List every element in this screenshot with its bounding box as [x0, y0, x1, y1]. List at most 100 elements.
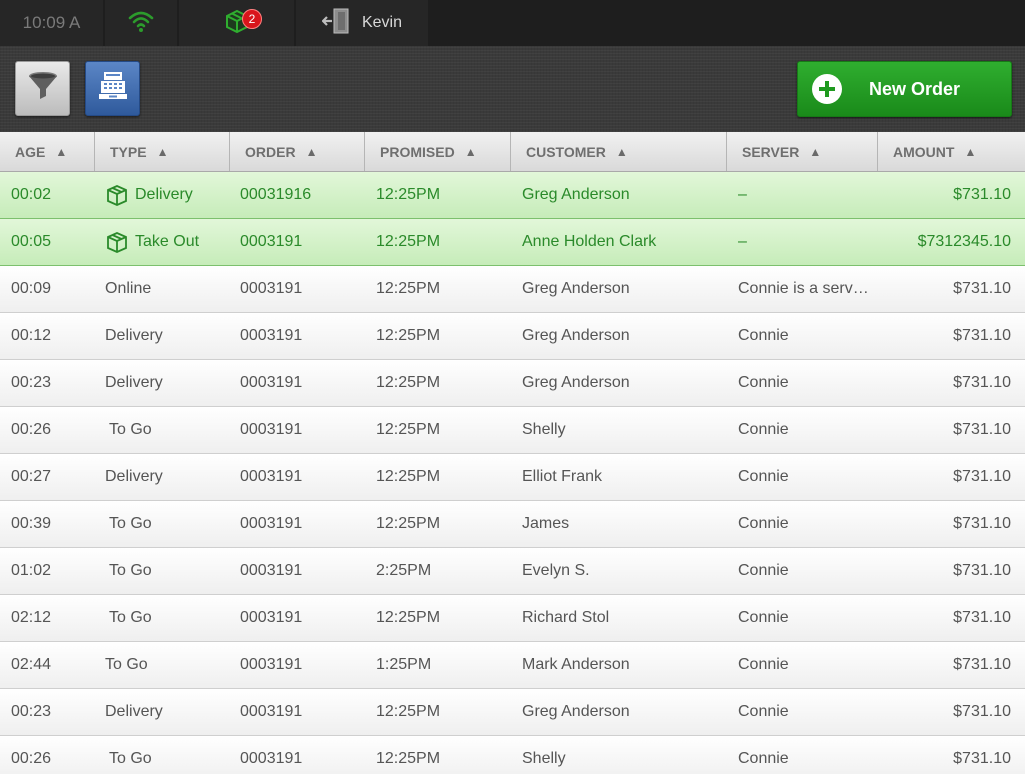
cell-server: –	[738, 172, 868, 218]
sort-arrow-icon: ▲	[809, 144, 822, 159]
cell-customer-text: Elliot Frank	[522, 468, 603, 485]
cell-age: 00:05	[11, 219, 91, 265]
cell-order: 0003191	[240, 313, 360, 359]
clock: 10:09 A	[0, 0, 103, 46]
cell-amount-text: $731.10	[953, 186, 1011, 203]
column-header-server[interactable]: SERVER ▲	[727, 132, 878, 171]
clock-time: 10:09 A	[22, 13, 81, 32]
column-header-type[interactable]: TYPE ▲	[95, 132, 230, 171]
cell-server: Connie	[738, 501, 868, 547]
cell-order-text: 0003191	[240, 703, 303, 720]
cell-order-text: 0003191	[240, 468, 303, 485]
column-header-promised[interactable]: PROMISED ▲	[365, 132, 511, 171]
cell-promised: 12:25PM	[376, 360, 506, 406]
column-label: PROMISED	[380, 143, 455, 160]
cell-customer: Greg Anderson	[522, 689, 722, 735]
cell-type: Delivery	[105, 313, 225, 359]
pending-orders-button[interactable]: 2	[179, 0, 294, 46]
table-row[interactable]: 00:39 To Go 0003191 12:25PM James Connie $731.…	[0, 501, 1025, 548]
cell-amount-text: $731.10	[953, 562, 1011, 579]
cell-customer-text: Anne Holden Clark	[522, 233, 657, 250]
cell-promised: 12:25PM	[376, 172, 506, 218]
cell-amount-text: $731.10	[953, 374, 1011, 391]
cell-type: Delivery	[105, 454, 225, 500]
user-logout-button[interactable]: Kevin	[296, 0, 428, 46]
logout-door-icon	[321, 8, 350, 39]
cell-amount: $731.10	[880, 501, 1011, 547]
cell-amount-text: $731.10	[953, 609, 1011, 626]
cell-amount-text: $731.10	[953, 468, 1011, 485]
column-header-amount[interactable]: AMOUNT ▲	[878, 132, 1025, 171]
wifi-status[interactable]	[105, 0, 177, 46]
cell-type-text: Delivery	[105, 327, 163, 344]
cell-age-text: 01:02	[11, 562, 52, 579]
cell-age-text: 00:02	[11, 186, 52, 203]
cell-age-text: 00:27	[11, 468, 52, 485]
cell-amount-text: $7312345.10	[917, 233, 1011, 250]
column-header-customer[interactable]: CUSTOMER ▲	[511, 132, 727, 171]
table-row[interactable]: 00:23 Delivery 0003191 12:25PM Greg Anderson…	[0, 689, 1025, 736]
cell-server-text: Connie	[738, 421, 789, 438]
sort-arrow-icon: ▲	[615, 144, 628, 159]
cell-server-text: Connie	[738, 656, 789, 673]
cell-server-text: Connie	[738, 703, 789, 720]
table-row[interactable]: 00:26 To Go 0003191 12:25PM Shelly Connie $731…	[0, 407, 1025, 454]
cell-customer: Anne Holden Clark	[522, 219, 722, 265]
table-row[interactable]: 00:09 Online 0003191 12:25PM Greg Anderson Co…	[0, 266, 1025, 313]
cell-age: 00:27	[11, 454, 91, 500]
cell-customer: James	[522, 501, 722, 547]
cell-amount: $731.10	[880, 689, 1011, 735]
column-header-order[interactable]: ORDER ▲	[230, 132, 365, 171]
filter-button[interactable]	[15, 61, 70, 116]
table-row[interactable]: 00:02 Delivery 00031916 12:25PM Greg Anderso…	[0, 172, 1025, 219]
cell-promised-text: 12:25PM	[376, 609, 441, 626]
cell-age-text: 00:05	[11, 233, 52, 250]
new-order-button[interactable]: New Order	[797, 61, 1012, 117]
cell-promised-text: 12:25PM	[376, 421, 441, 438]
cell-promised-text: 12:25PM	[376, 233, 441, 250]
cash-register-button[interactable]	[85, 61, 140, 116]
table-row[interactable]: 01:02 To Go 0003191 2:25PM Evelyn S. Connie $7…	[0, 548, 1025, 595]
cell-customer-text: Greg Anderson	[522, 186, 630, 203]
table-row[interactable]: 00:26 To Go 0003191 12:25PM Shelly Connie $731…	[0, 736, 1025, 774]
cell-amount-text: $731.10	[953, 703, 1011, 720]
cell-order: 0003191	[240, 736, 360, 774]
cell-age: 00:23	[11, 689, 91, 735]
cell-customer-text: Greg Anderson	[522, 280, 630, 297]
cell-server: Connie	[738, 454, 868, 500]
cell-promised: 12:25PM	[376, 407, 506, 453]
sort-arrow-icon: ▲	[55, 144, 68, 159]
table-row[interactable]: 00:05 Take Out 0003191 12:25PM Anne Holden C…	[0, 219, 1025, 266]
cell-type-text: To Go	[109, 609, 152, 626]
cell-promised-text: 1:25PM	[376, 656, 432, 673]
cell-type: Delivery	[105, 689, 225, 735]
cell-age-text: 00:23	[11, 703, 52, 720]
cell-promised-text: 12:25PM	[376, 515, 441, 532]
column-header-age[interactable]: AGE ▲	[0, 132, 95, 171]
cell-server: Connie is a serv…	[738, 266, 869, 312]
cell-order: 0003191	[240, 360, 360, 406]
table-row[interactable]: 02:12 To Go 0003191 12:25PM Richard Stol Conn…	[0, 595, 1025, 642]
table-row[interactable]: 02:44 To Go 0003191 1:25PM Mark Anderson Conn…	[0, 642, 1025, 689]
cell-age-text: 00:12	[11, 327, 52, 344]
cell-server-text: Connie	[738, 374, 789, 391]
cell-order: 0003191	[240, 407, 360, 453]
status-bar: 10:09 A 2 Kevin	[0, 0, 1025, 46]
cell-amount: $731.10	[880, 360, 1011, 406]
orders-table-header: AGE ▲ TYPE ▲ ORDER ▲ PROMISED ▲ CUSTOMER…	[0, 132, 1025, 172]
cell-customer-text: Greg Anderson	[522, 327, 630, 344]
column-label: SERVER	[742, 143, 800, 160]
cell-server-text: Connie is a serv…	[738, 280, 869, 297]
cell-customer: Evelyn S.	[522, 548, 722, 594]
table-row[interactable]: 00:23 Delivery 0003191 12:25PM Greg Anderson…	[0, 360, 1025, 407]
table-row[interactable]: 00:12 Delivery 0003191 12:25PM Greg Anderson…	[0, 313, 1025, 360]
cell-type: To Go	[105, 642, 225, 688]
cell-promised: 12:25PM	[376, 736, 506, 774]
cell-customer: Greg Anderson	[522, 172, 722, 218]
table-row[interactable]: 00:27 Delivery 0003191 12:25PM Elliot Frank C…	[0, 454, 1025, 501]
cell-customer: Mark Anderson	[522, 642, 722, 688]
cell-amount: $731.10	[880, 172, 1011, 218]
cell-amount: $731.10	[880, 548, 1011, 594]
cell-order: 0003191	[240, 689, 360, 735]
cell-amount: $731.10	[880, 454, 1011, 500]
